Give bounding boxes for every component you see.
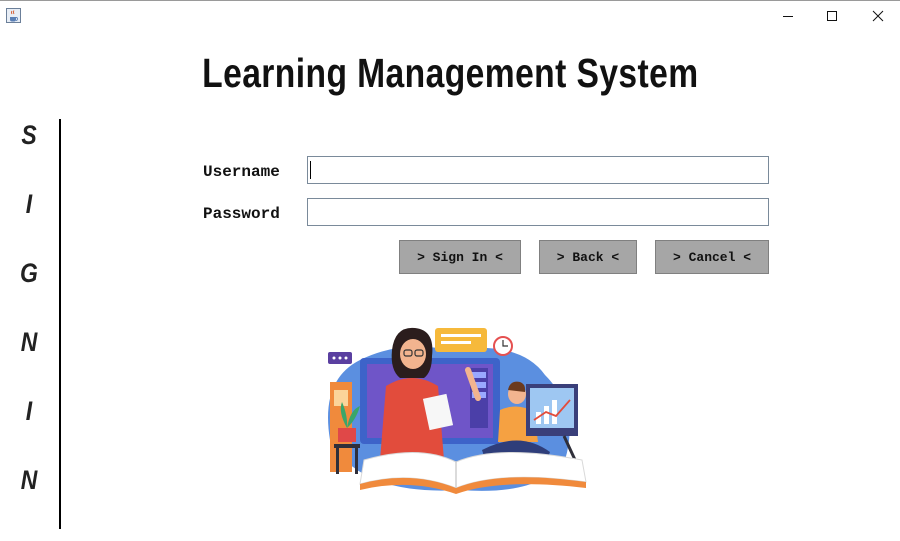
back-button[interactable]: > Back < (539, 240, 637, 274)
side-letter: I (25, 189, 33, 219)
minimize-button[interactable] (765, 1, 811, 31)
cancel-button[interactable]: > Cancel < (655, 240, 769, 274)
username-label: Username (203, 163, 280, 181)
side-letter: N (20, 327, 38, 357)
close-icon (872, 10, 884, 22)
java-cup-icon[interactable] (6, 8, 21, 23)
text-caret (310, 161, 311, 179)
minimize-icon (783, 16, 793, 17)
online-learning-illustration (328, 327, 587, 494)
side-letter: I (25, 396, 33, 426)
side-divider (59, 119, 61, 529)
side-letter: N (20, 465, 38, 495)
maximize-icon (827, 11, 837, 21)
side-letter: S (21, 120, 37, 150)
page-title: Learning Management System (202, 50, 699, 96)
close-button[interactable] (855, 1, 900, 31)
password-label: Password (203, 205, 280, 223)
password-field[interactable] (307, 198, 769, 226)
maximize-button[interactable] (809, 1, 855, 31)
sign-in-button[interactable]: > Sign In < (399, 240, 521, 274)
window-titlebar (0, 0, 900, 30)
side-letter: G (20, 258, 38, 288)
username-field[interactable] (307, 156, 769, 184)
